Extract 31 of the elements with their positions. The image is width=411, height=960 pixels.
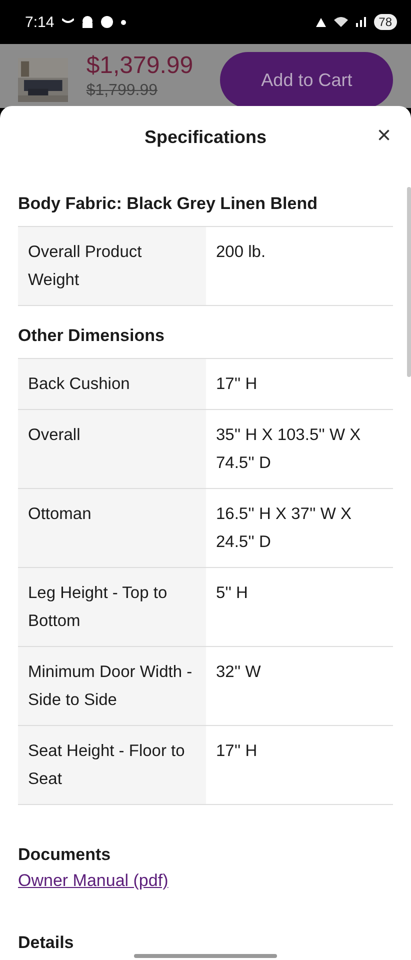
document-link[interactable]: Owner Manual (pdf) [18,871,168,890]
signal-icon [356,17,366,27]
spec-value: 200 lb. [215,242,267,263]
battery-level: 78 [374,14,397,30]
spec-label: Back Cushion [18,359,206,409]
spec-label: Overall Product Weight [18,227,206,305]
spec-value: 16.5'' H X 37'' W X 24.5'' D [215,504,352,553]
wifi-icon [334,17,348,27]
spec-value: 5'' H [215,583,249,604]
section-heading: Other Dimensions [18,326,166,347]
section-heading: Documents [18,845,112,866]
spec-value: 32'' W [215,662,262,683]
alarm-icon [316,17,326,27]
sheet-title: Specifications [144,126,267,148]
clock: 7:14 [25,14,54,30]
curve-icon [62,18,74,26]
spec-label: Seat Height - Floor to Seat [18,726,206,804]
section-heading: Body Fabric: Black Grey Linen Blend [18,194,318,215]
spec-label: Leg Height - Top to Bottom [18,568,206,646]
spec-label: Ottoman [18,489,206,567]
close-button[interactable]: × [372,122,395,150]
price: $1,379.99 [86,52,194,80]
spec-value: 35'' H X 103.5'' W X 74.5'' D [215,425,362,474]
spec-value: 17'' H [215,374,258,395]
old-price: $1,799.99 [86,82,158,100]
section-heading: Details [18,933,74,954]
dot-icon [121,20,126,24]
spec-label: Minimum Door Width - Side to Side [18,647,206,725]
spec-value: 17'' H [215,741,258,762]
spec-label: Overall [18,410,206,488]
add-to-cart-button[interactable]: Add to Cart [220,52,393,108]
